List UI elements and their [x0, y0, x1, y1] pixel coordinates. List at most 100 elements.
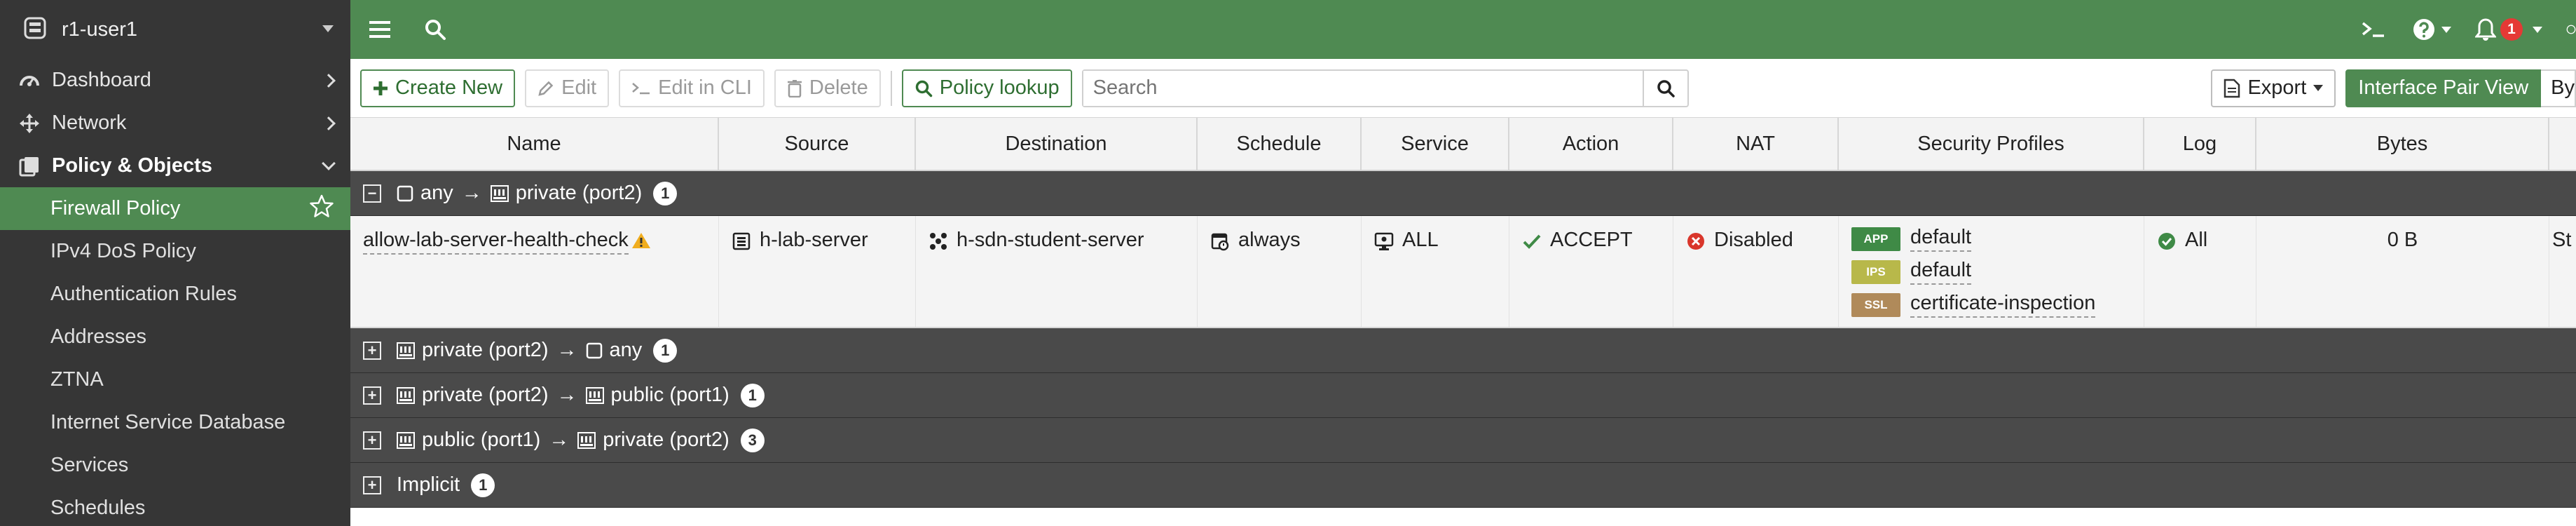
sidebar-item-addresses[interactable]: Addresses [0, 316, 350, 358]
policy-table: Name Source Destination Schedule Service… [350, 118, 2576, 508]
source-cell: h-lab-server [719, 216, 916, 327]
global-search-button[interactable] [409, 0, 461, 59]
interface-pair-group[interactable]: + private (port2) → public (port1) 1 [350, 373, 2576, 418]
search-input[interactable] [1083, 70, 1643, 106]
status-value: St [2552, 229, 2572, 251]
sidebar-item-policy-objects[interactable]: Policy & Objects [0, 144, 350, 187]
port-icon [490, 184, 509, 202]
service-icon [1374, 232, 1394, 250]
caret-down-icon [2533, 26, 2542, 33]
edit-label: Edit [561, 76, 597, 99]
delete-button[interactable]: Delete [774, 69, 881, 107]
expand-icon[interactable]: + [363, 341, 381, 360]
policy-count-badge: 3 [740, 428, 765, 452]
device-name: r1-user1 [62, 18, 137, 41]
network-icon [17, 113, 42, 134]
policy-lookup-button[interactable]: Policy lookup [901, 69, 1072, 107]
sidebar-item-label: Network [52, 112, 127, 134]
nat-value: Disabled [1714, 229, 1793, 251]
device-selector[interactable]: r1-user1 [0, 0, 350, 59]
column-header-destination[interactable]: Destination [916, 118, 1198, 170]
edit-button[interactable]: Edit [525, 69, 610, 107]
expand-icon[interactable]: + [363, 476, 381, 494]
implicit-policy-group[interactable]: + Implicit 1 [350, 463, 2576, 508]
sidebar-item-authentication-rules[interactable]: Authentication Rules [0, 273, 350, 316]
sidebar-item-firewall-policy[interactable]: Firewall Policy [0, 187, 350, 230]
action-value: ACCEPT [1550, 229, 1633, 251]
sidebar-item-network[interactable]: Network [0, 102, 350, 144]
column-header-schedule[interactable]: Schedule [1198, 118, 1362, 170]
column-header-service[interactable]: Service [1362, 118, 1509, 170]
column-header-log[interactable]: Log [2144, 118, 2256, 170]
create-new-button[interactable]: Create New [360, 69, 516, 107]
security-profile-item[interactable]: APP default [1851, 226, 2095, 252]
star-icon[interactable] [310, 194, 334, 224]
sidebar-item-services[interactable]: Services [0, 444, 350, 487]
sidebar-item-ipv4-dos-policy[interactable]: IPv4 DoS Policy [0, 230, 350, 273]
column-header-status[interactable] [2549, 118, 2576, 170]
service-cell: ALL [1362, 216, 1509, 327]
create-new-label: Create New [395, 76, 503, 99]
column-header-name[interactable]: Name [350, 118, 719, 170]
sidebar-item-label: Authentication Rules [50, 283, 237, 305]
implicit-label: Implicit [397, 473, 460, 496]
edit-in-cli-button[interactable]: Edit in CLI [619, 69, 765, 107]
search-icon [425, 20, 446, 40]
sidebar-item-label: Services [50, 454, 129, 476]
policy-count-badge: 1 [653, 181, 678, 205]
column-header-action[interactable]: Action [1509, 118, 1673, 170]
port-icon [397, 386, 415, 404]
cli-console-button[interactable] [2360, 0, 2388, 59]
bytes-cell: 0 B [2256, 216, 2549, 327]
destination-value[interactable]: h-sdn-student-server [957, 229, 1144, 252]
sidebar-item-internet-service-database[interactable]: Internet Service Database [0, 401, 350, 444]
profile-name[interactable]: default [1910, 259, 1972, 285]
delete-label: Delete [809, 76, 868, 99]
column-header-security-profiles[interactable]: Security Profiles [1839, 118, 2144, 170]
interface-pair-group[interactable]: − any → private (port2) 1 [350, 171, 2576, 216]
export-label: Export [2247, 76, 2307, 99]
schedule-value[interactable]: always [1238, 229, 1301, 252]
notifications-button[interactable]: 1 [2475, 0, 2542, 59]
interface-pair-view-button[interactable]: Interface Pair View [2345, 69, 2542, 107]
interface-pair-group[interactable]: + public (port1) → private (port2) 3 [350, 418, 2576, 463]
caret-down-icon [2313, 85, 2324, 91]
column-header-bytes[interactable]: Bytes [2256, 118, 2549, 170]
checkmark-icon [1523, 234, 1541, 249]
help-menu-button[interactable] [2412, 0, 2451, 59]
collapse-icon[interactable]: − [363, 184, 381, 203]
search-icon [1657, 79, 1675, 97]
sidebar-item-ztna[interactable]: ZTNA [0, 358, 350, 401]
log-cell: All [2144, 216, 2256, 327]
sidebar: r1-user1 Dashboard Network Policy & Obje… [0, 0, 350, 526]
port-icon [585, 386, 604, 404]
expand-icon[interactable]: + [363, 386, 381, 405]
sidebar-item-dashboard[interactable]: Dashboard [0, 59, 350, 102]
bytes-value: 0 B [2387, 229, 2418, 251]
profile-name[interactable]: certificate-inspection [1910, 292, 2096, 318]
expand-icon[interactable]: + [363, 431, 381, 450]
calendar-clock-icon [1211, 233, 1229, 251]
security-profile-item[interactable]: SSL certificate-inspection [1851, 292, 2096, 318]
dashboard-icon [17, 70, 42, 91]
interface-pair-group[interactable]: + private (port2) → any 1 [350, 328, 2576, 373]
notification-count-badge: 1 [2500, 18, 2523, 41]
service-value[interactable]: ALL [1402, 229, 1439, 252]
hamburger-menu-button[interactable] [350, 0, 409, 59]
column-header-nat[interactable]: NAT [1673, 118, 1839, 170]
search-submit-button[interactable] [1642, 70, 1687, 106]
by-sequence-button[interactable]: By [2541, 69, 2576, 107]
security-profile-item[interactable]: IPS default [1851, 259, 2095, 285]
source-value[interactable]: h-lab-server [760, 229, 868, 252]
policy-name[interactable]: allow-lab-server-health-check [363, 229, 629, 255]
sidebar-item-schedules[interactable]: Schedules [0, 487, 350, 526]
table-row[interactable]: allow-lab-server-health-check h-lab-serv… [350, 216, 2576, 328]
profile-name[interactable]: default [1910, 226, 1972, 252]
user-icon [2566, 25, 2576, 34]
export-button[interactable]: Export [2211, 69, 2336, 107]
user-menu-button[interactable] [2566, 0, 2576, 59]
terminal-icon [2362, 22, 2384, 37]
terminal-icon [632, 82, 650, 94]
column-header-source[interactable]: Source [719, 118, 916, 170]
check-circle-icon [2158, 233, 2175, 250]
